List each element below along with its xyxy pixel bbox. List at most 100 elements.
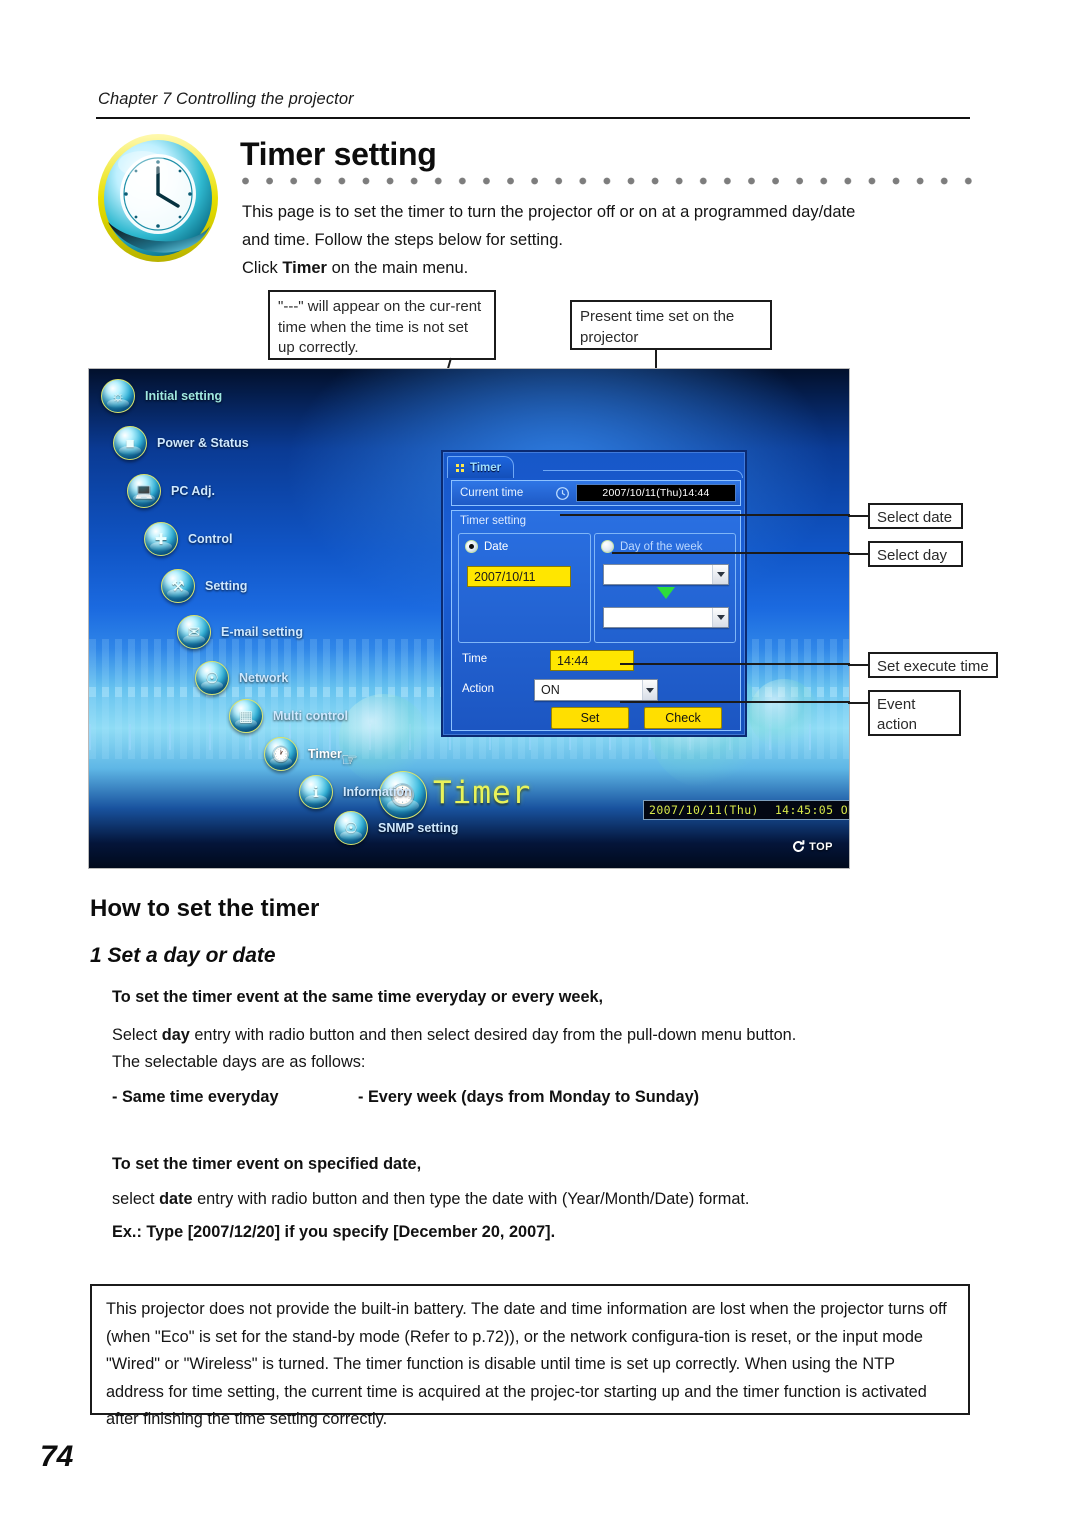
check-button[interactable]: Check [644,707,722,729]
chevron-down-icon [642,680,657,700]
multi-control-icon: ▦ [229,699,263,733]
range-arrow-icon [657,587,675,599]
sidebar-label-initial-setting: Initial setting [145,389,223,403]
p1-part-a: Select [112,1026,162,1044]
date-radio-label: Date [484,540,509,553]
action-select-value: ON [541,683,560,697]
network-icon: ☉ [195,661,229,695]
title-dot-rule [242,175,987,189]
sidebar-item-timer[interactable]: 🕐 Timer [264,737,342,771]
tab-timer[interactable]: Timer [447,456,515,478]
top-button[interactable]: TOP [791,839,833,854]
p2-part-a: select [112,1190,160,1208]
sidebar-item-email-setting[interactable]: ✉ E-mail setting [177,615,303,649]
mouse-cursor-icon: ☞ [341,750,359,771]
intro-line-3: Click Timer on the main menu. [242,254,990,282]
document-page: Chapter 7 Controlling the projector Time… [0,0,1080,1527]
dpad-icon: ✚ [144,522,178,556]
bullet-every-week: - Every week (days from Monday to Sunday… [358,1088,700,1106]
sidebar-label-power-status: Power & Status [157,436,249,450]
action-select[interactable]: ON [534,679,658,701]
chevron-down-icon [712,565,728,584]
sidebar-label-setting: Setting [205,579,248,593]
callout-set-execute-time: Set execute time [868,652,998,678]
sidebar-item-network[interactable]: ☉ Network [195,661,288,695]
step-heading: 1 Set a day or date [90,944,276,968]
sidebar-item-multi-control[interactable]: ▦ Multi control [229,699,348,733]
callout-select-day: Select day [868,541,963,567]
grid-dots-icon [456,463,464,472]
screen-title: Timer [433,775,532,811]
intro-paragraph: This page is to set the timer to turn th… [242,198,990,282]
current-time-label: Current time [460,487,524,499]
sidebar-item-information[interactable]: ℹ Information [299,775,412,809]
tab-timer-label: Timer [470,461,502,474]
p2-part-c: entry with radio button and then type th… [192,1190,750,1208]
time-label: Time [462,653,488,665]
sidebar-item-setting[interactable]: ⚒ Setting [161,569,247,603]
sidebar-item-power-status[interactable]: ■ Power & Status [113,426,249,460]
set-button[interactable]: Set [551,707,629,729]
day-select-to[interactable] [603,607,729,628]
header-divider [96,117,970,119]
timer-dialog: Timer Current time 2007/10/11(Thu)14:44 … [441,450,747,737]
callout-event-action: Event action [868,690,961,736]
leader-select-day [848,553,870,556]
callout-dashes-note: "---" will appear on the cur-rent time w… [268,290,496,360]
clock-icon: 🕐 [264,737,298,771]
sidebar-label-snmp-setting: SNMP setting [378,821,459,835]
note-box: This projector does not provide the buil… [90,1284,970,1428]
subheading-specified-date: To set the timer event on specified date… [112,1155,422,1173]
paragraph-select-day: Select day entry with radio button and t… [112,1022,972,1076]
intro-line3-pre: Click [242,259,283,277]
projector-sun-icon: ☼ [101,379,135,413]
subheading-everyday-weekly: To set the timer event at the same time … [112,988,604,1006]
status-bar: 2007/10/11(Thu) 14:45:05 ON/ OFF [643,800,849,820]
date-group: Date 2007/10/11 [458,533,591,643]
p1-bold-day: day [161,1026,190,1044]
day-radio-label: Day of the week [620,540,703,553]
sidebar-label-timer: Timer [308,747,342,761]
p1-part-c: entry with radio button and then select … [189,1026,797,1044]
p1-part-d: The selectable days are as follows: [112,1053,366,1071]
date-radio-line[interactable]: Date [465,540,508,553]
status-bar-date: 2007/10/11(Thu) [649,803,759,817]
sidebar-item-control[interactable]: ✚ Control [144,522,232,556]
envelope-icon: ✉ [177,615,211,649]
action-label: Action [462,683,494,695]
callout-select-date: Select date [868,503,963,529]
leader-line-date-field [560,514,850,517]
sidebar-label-pc-adj: PC Adj. [171,484,215,498]
date-radio-button[interactable] [465,540,478,553]
sidebar-label-control: Control [188,532,233,546]
mini-clock-icon [556,486,569,500]
leader-set-exec [848,664,870,667]
day-of-week-group: Day of the week [594,533,736,643]
sidebar-item-pc-adj[interactable]: 💻 PC Adj. [127,474,215,508]
page-title: Timer setting [240,136,437,172]
tab-tail-decor [543,470,743,478]
sidebar-item-snmp-setting[interactable]: ☉ SNMP setting [334,811,458,845]
leader-line-day-field [612,552,850,555]
bullet-same-time-everyday: - Same time everyday [112,1088,279,1106]
info-icon: ℹ [299,775,333,809]
example-line: Ex.: Type [2007/12/20] if you specify [D… [112,1223,556,1241]
sidebar-label-multi-control: Multi control [273,709,348,723]
leader-select-date [848,515,870,518]
day-select-from[interactable] [603,564,729,585]
projector-web-ui-screenshot: 🕐 Timer 2007/10/11(Thu) 14:45:05 ON/ OFF [88,368,850,869]
sidebar-item-initial-setting[interactable]: ☼ Initial setting [101,379,222,413]
tools-icon: ⚒ [161,569,195,603]
intro-line-1: This page is to set the timer to turn th… [242,203,856,221]
timer-setting-panel: Timer setting Date 2007/10/11 Day of the… [451,510,741,731]
callout-present-time: Present time set on the projector [570,300,772,350]
time-input[interactable]: 14:44 [550,650,634,671]
lamp-burst-icon [849,761,850,813]
chevron-down-icon [712,608,728,627]
page-number: 74 [40,1440,74,1473]
clock-badge-icon [92,130,224,272]
date-input[interactable]: 2007/10/11 [467,566,571,587]
leader-line-action-field [620,701,850,704]
section-heading-how-to: How to set the timer [90,895,320,922]
sidebar-label-information: Information [343,785,412,799]
